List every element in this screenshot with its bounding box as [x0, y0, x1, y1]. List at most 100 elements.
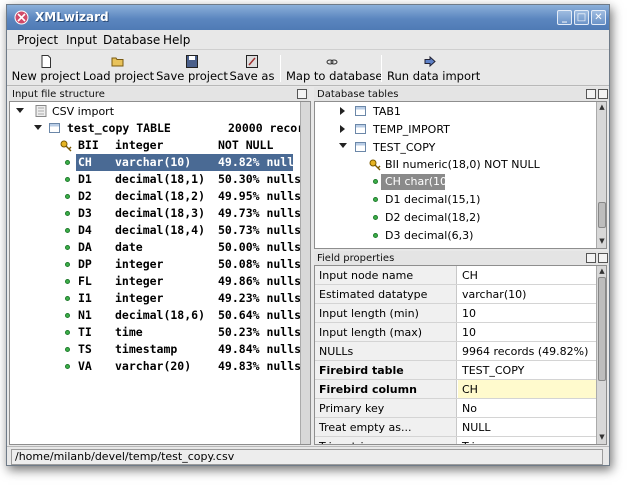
db-tree-scrollbar[interactable]: ▲ ▼	[596, 102, 606, 248]
property-row[interactable]: Treat empty as... NULL	[315, 418, 596, 437]
menu-bar: Project Input Database Help	[7, 30, 609, 50]
input-tree[interactable]: CSV import test_copy TABLE 20000 records…	[9, 101, 311, 445]
property-row[interactable]: Primary key No	[315, 399, 596, 418]
field-name[interactable]: TI	[78, 324, 92, 341]
property-row[interactable]: Firebird table TEST_COPY	[315, 361, 596, 380]
property-value[interactable]: CH	[458, 380, 596, 398]
field-name[interactable]: N1	[78, 307, 92, 324]
property-value[interactable]: varchar(10)	[458, 285, 596, 303]
property-value[interactable]: 10	[458, 323, 596, 341]
save-as-button[interactable]: Save as	[229, 52, 275, 85]
field-type: decimal(18,2)	[115, 189, 206, 203]
scroll-down-icon[interactable]: ▼	[598, 433, 606, 442]
db-table-item[interactable]: TEST_COPY	[373, 139, 435, 156]
key-icon	[369, 159, 381, 171]
database-tree[interactable]: TAB1 TEMP_IMPORT TEST_COPY BII numeric(1…	[314, 101, 607, 249]
props-scrollbar[interactable]: ▲ ▼	[596, 266, 606, 444]
db-column-item[interactable]: CH char(10)	[385, 173, 451, 190]
field-type: varchar(20)	[115, 359, 192, 373]
property-value[interactable]: 9964 records (49.82%)	[458, 342, 596, 360]
property-row[interactable]: Estimated datatype varchar(10)	[315, 285, 596, 304]
db-column-item[interactable]: D4 decimal(18,4)	[385, 245, 480, 248]
field-null-info: 50.08% nulls	[218, 257, 302, 271]
collapse-arrow-icon[interactable]	[340, 107, 345, 115]
property-row[interactable]: Trim stringsTrim	[315, 437, 596, 444]
field-null-info: 49.82% nulls	[218, 155, 302, 169]
scroll-up-icon[interactable]: ▲	[598, 267, 606, 276]
property-value[interactable]: CH	[458, 266, 596, 284]
field-bullet-icon	[65, 330, 70, 335]
map-to-database-button[interactable]: Map to database	[286, 52, 382, 85]
title-bar[interactable]: XMLwizard _ □ ✕	[7, 5, 609, 30]
expand-arrow-icon[interactable]	[34, 125, 42, 130]
menu-project[interactable]: Project	[17, 33, 58, 47]
property-value[interactable]: Trim	[458, 437, 596, 444]
close-button[interactable]: ✕	[591, 10, 606, 25]
expand-arrow-icon[interactable]	[16, 108, 24, 113]
field-name[interactable]: D3	[78, 205, 92, 222]
field-properties-table[interactable]: Input node name CH Estimated datatype varch…	[314, 265, 607, 445]
property-row[interactable]: Input node name CH	[315, 266, 596, 285]
key-field-name[interactable]: BII	[78, 137, 99, 154]
column-bullet-icon	[373, 215, 378, 220]
scroll-up-icon[interactable]: ▲	[598, 103, 606, 112]
field-name[interactable]: CH	[78, 154, 92, 171]
dock-float-button[interactable]	[586, 253, 596, 263]
dock-float-button[interactable]	[297, 89, 307, 99]
key-field-info: NOT NULL	[218, 138, 274, 152]
property-row[interactable]: NULLs 9964 records (49.82%)	[315, 342, 596, 361]
field-name[interactable]: DA	[78, 239, 92, 256]
save-project-button[interactable]: Save project	[156, 52, 228, 85]
db-table-item[interactable]: TEMP_IMPORT	[373, 121, 450, 138]
scroll-down-icon[interactable]: ▼	[598, 237, 606, 246]
field-name[interactable]: I1	[78, 290, 92, 307]
expand-arrow-icon[interactable]	[339, 143, 347, 148]
field-type: time	[115, 325, 143, 339]
property-value[interactable]: TEST_COPY	[458, 361, 596, 379]
property-value[interactable]: No	[458, 399, 596, 417]
input-tree-scrollbar[interactable]	[300, 102, 310, 444]
menu-input[interactable]: Input	[66, 33, 97, 47]
db-column-item[interactable]: D1 decimal(15,1)	[385, 191, 480, 208]
new-project-button[interactable]: New project	[11, 52, 81, 85]
scroll-thumb[interactable]	[598, 277, 606, 381]
property-row[interactable]: Input length (max) 10	[315, 323, 596, 342]
field-name[interactable]: TS	[78, 341, 92, 358]
menu-database[interactable]: Database	[103, 33, 160, 47]
field-null-info: 49.73% nulls	[218, 206, 302, 220]
property-name: NULLs	[315, 342, 457, 360]
property-row[interactable]: Input length (min) 10	[315, 304, 596, 323]
field-name[interactable]: DP	[78, 256, 92, 273]
property-value[interactable]: NULL	[458, 418, 596, 436]
scroll-thumb[interactable]	[598, 202, 606, 228]
minimize-button[interactable]: _	[557, 10, 572, 25]
field-name[interactable]: FL	[78, 273, 92, 290]
collapse-arrow-icon[interactable]	[340, 125, 345, 133]
field-name[interactable]: VA	[78, 358, 92, 375]
tree-root-label[interactable]: CSV import	[52, 103, 114, 120]
input-panel-title: Input file structure	[9, 87, 309, 102]
dock-close-button[interactable]	[598, 89, 608, 99]
property-name: Input length (max)	[315, 323, 457, 341]
db-column-item[interactable]: D3 decimal(6,3)	[385, 227, 473, 244]
dock-close-button[interactable]	[598, 253, 608, 263]
menu-help[interactable]: Help	[163, 33, 190, 47]
db-table-item[interactable]: TAB1	[373, 103, 401, 120]
toolbar: New project Load project Save project Sa…	[7, 51, 609, 86]
load-project-button[interactable]: Load project	[83, 52, 154, 85]
run-data-import-button[interactable]: Run data import	[387, 52, 480, 85]
field-null-info: 49.23% nulls	[218, 291, 302, 305]
field-null-info: 49.83% nulls	[218, 359, 302, 373]
db-column-item[interactable]: D2 decimal(18,2)	[385, 209, 480, 226]
link-chain-icon	[326, 59, 338, 65]
field-name[interactable]: D2	[78, 188, 92, 205]
field-name[interactable]: D4	[78, 222, 92, 239]
property-row[interactable]: Firebird column CH	[315, 380, 596, 399]
maximize-button[interactable]: □	[574, 10, 589, 25]
field-name[interactable]: D1	[78, 171, 92, 188]
property-value[interactable]: 10	[458, 304, 596, 322]
dock-float-button[interactable]	[586, 89, 596, 99]
db-key-column[interactable]: BII numeric(18,0) NOT NULL	[385, 156, 540, 173]
field-type: integer	[115, 291, 164, 305]
table-node-label[interactable]: test_copy TABLE	[67, 120, 171, 137]
